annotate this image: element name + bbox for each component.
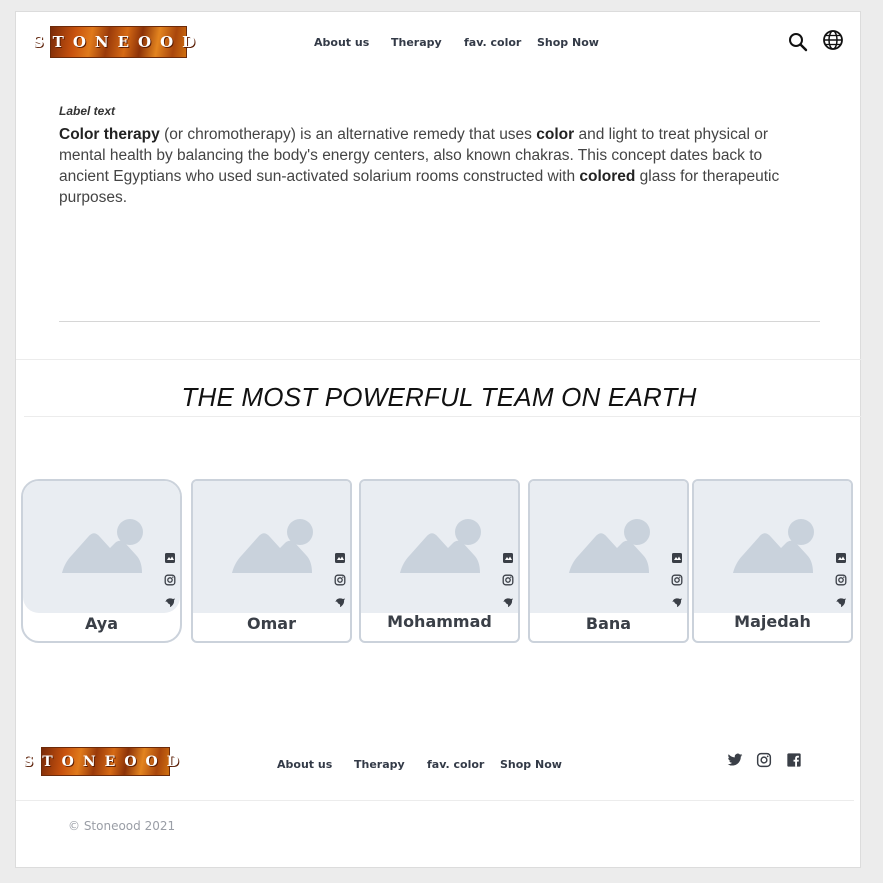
title-divider: [24, 416, 862, 417]
instagram-icon[interactable]: [164, 571, 176, 586]
bold-color-therapy: Color therapy: [59, 126, 160, 143]
nav-about-us[interactable]: About us: [314, 36, 369, 49]
bird-icon[interactable]: [835, 593, 847, 607]
search-icon[interactable]: [787, 31, 809, 53]
bird-icon[interactable]: [671, 593, 683, 607]
footer-nav-about-us[interactable]: About us: [277, 758, 332, 771]
bird-icon[interactable]: [334, 593, 346, 607]
bookmark-icon[interactable]: [502, 549, 514, 563]
nav-fav-color[interactable]: fav. color: [464, 36, 521, 49]
bookmark-icon[interactable]: [671, 549, 683, 563]
team-card[interactable]: Majedah: [692, 479, 853, 643]
instagram-icon[interactable]: [756, 752, 772, 768]
nav-shop-now[interactable]: Shop Now: [537, 36, 599, 49]
divider: [59, 321, 820, 322]
instagram-icon[interactable]: [671, 571, 683, 586]
label-text: Label text: [59, 104, 116, 118]
globe-icon[interactable]: [822, 29, 844, 51]
member-name: Bana: [585, 614, 632, 633]
bird-icon[interactable]: [502, 593, 514, 607]
image-placeholder-icon: [694, 481, 851, 613]
page-container: STONEOOD About us Therapy fav. color Sho…: [15, 11, 862, 868]
facebook-icon[interactable]: [786, 752, 802, 768]
bird-icon[interactable]: [164, 593, 176, 607]
bookmark-icon[interactable]: [164, 549, 176, 563]
footer-nav-therapy[interactable]: Therapy: [354, 758, 405, 771]
image-placeholder-icon: [361, 481, 518, 613]
team-card[interactable]: Mohammad: [359, 479, 520, 643]
twitter-icon[interactable]: [727, 752, 743, 768]
bookmark-icon[interactable]: [334, 549, 346, 563]
copyright-text: © Stoneood 2021: [68, 819, 176, 833]
member-name: Mohammad: [387, 612, 492, 631]
member-name: Omar: [247, 614, 296, 633]
nav-therapy[interactable]: Therapy: [391, 36, 442, 49]
instagram-icon[interactable]: [835, 571, 847, 586]
bold-color: color: [536, 126, 575, 143]
team-card[interactable]: Bana: [528, 479, 689, 643]
header-logo[interactable]: STONEOOD: [33, 26, 195, 58]
section-divider: [16, 359, 862, 360]
image-placeholder-icon: [530, 481, 687, 613]
footer-nav-shop-now[interactable]: Shop Now: [500, 758, 562, 771]
footer-divider: [16, 800, 854, 801]
footer-nav-fav-color[interactable]: fav. color: [427, 758, 484, 771]
instagram-icon[interactable]: [502, 571, 514, 586]
member-name: Majedah: [734, 612, 811, 631]
bookmark-icon[interactable]: [835, 549, 847, 563]
footer-logo[interactable]: STONEOOD: [23, 747, 179, 776]
instagram-icon[interactable]: [334, 571, 346, 586]
team-title: THE MOST POWERFUL TEAM ON EARTH: [181, 382, 697, 412]
image-placeholder-icon: [193, 481, 350, 613]
paragraph-text-1: (or chromotherapy) is an alternative rem…: [159, 126, 537, 143]
intro-paragraph: Color therapy (or chromotherapy) is an a…: [59, 124, 799, 208]
bold-colored: colored: [579, 168, 636, 185]
image-placeholder-icon: [23, 481, 180, 613]
team-card[interactable]: Aya: [21, 479, 182, 643]
member-name: Aya: [84, 614, 119, 633]
team-card[interactable]: Omar: [191, 479, 352, 643]
